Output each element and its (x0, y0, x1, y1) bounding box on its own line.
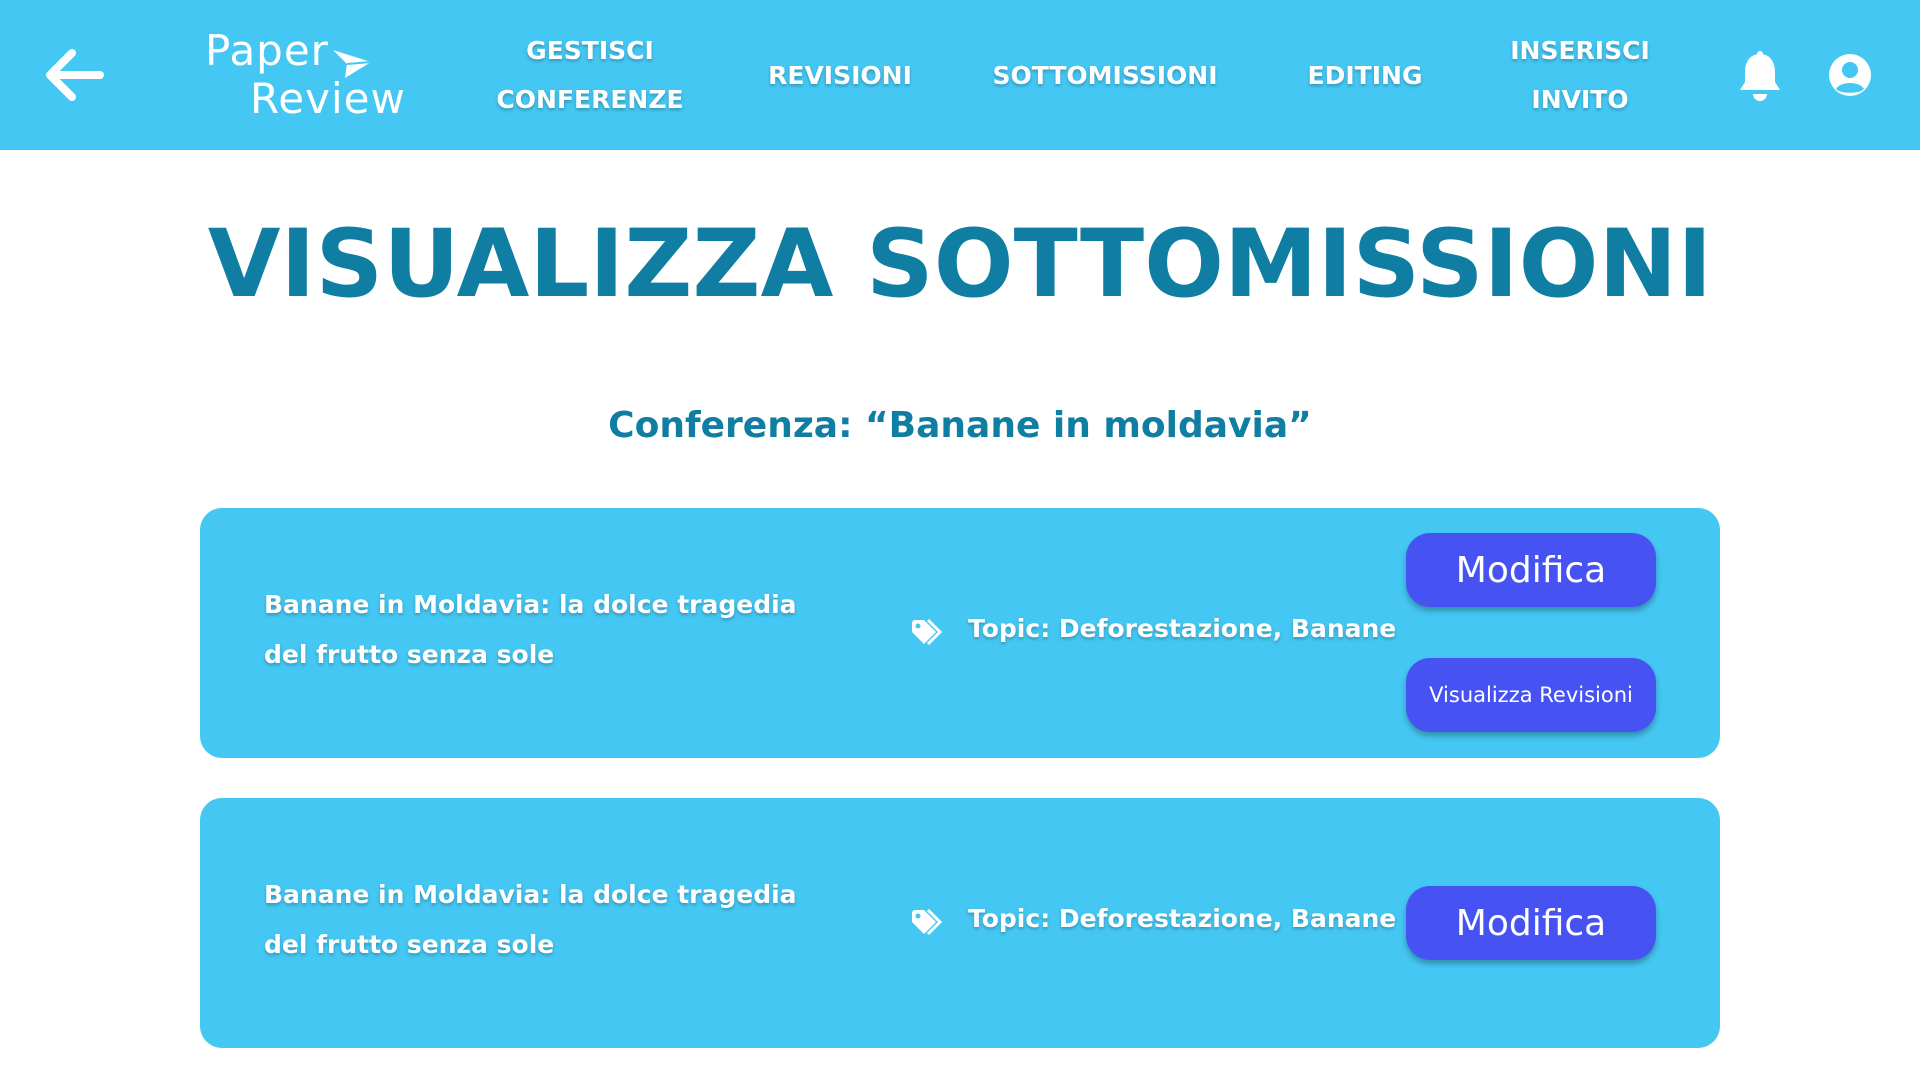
nav-label: EDITING (1307, 60, 1423, 90)
view-reviews-button[interactable]: Visualizza Revisioni (1406, 658, 1656, 732)
submission-card: Banane in Moldavia: la dolce tragedia de… (200, 798, 1720, 1048)
nav-label-line2: INVITO (1531, 85, 1629, 114)
tags-icon (912, 908, 943, 936)
submission-title: Banane in Moldavia: la dolce tragedia de… (264, 590, 797, 669)
nav-label-line1: GESTISCI (526, 36, 654, 65)
edit-button[interactable]: Modifica (1406, 886, 1656, 960)
paper-plane-icon (333, 50, 372, 78)
logo-text-paper: Paper (205, 26, 329, 75)
conference-subtitle: Conferenza: “Banane in moldavia” (608, 405, 1312, 446)
bell-icon[interactable] (1736, 50, 1784, 102)
nav-label-line1: INSERISCI (1510, 36, 1650, 65)
paper-review-logo[interactable]: Paper Review (205, 26, 405, 126)
tags-icon (912, 618, 943, 646)
page-title: VISUALIZZA SOTTOMISSIONI (207, 210, 1713, 319)
submission-topic: Topic: Deforestazione, Banane (968, 614, 1397, 643)
nav-sottomissioni[interactable]: SOTTOMISSIONI (990, 0, 1220, 150)
user-icon[interactable] (1828, 53, 1872, 97)
nav-editing[interactable]: EDITING (1290, 0, 1440, 150)
nav-revisioni[interactable]: REVISIONI (760, 0, 920, 150)
nav-label-line2: CONFERENZE (496, 85, 684, 114)
top-navbar: Paper Review GESTISCI CONFERENZE REVISIO… (0, 0, 1920, 150)
nav-gestisci-conferenze[interactable]: GESTISCI CONFERENZE (490, 0, 690, 150)
submission-card: Banane in Moldavia: la dolce tragedia de… (200, 508, 1720, 758)
logo-text-review: Review (250, 74, 406, 123)
edit-button[interactable]: Modifica (1406, 533, 1656, 607)
nav-label: REVISIONI (768, 60, 912, 90)
back-arrow-icon[interactable] (40, 45, 110, 105)
submission-topic: Topic: Deforestazione, Banane (968, 904, 1397, 933)
nav-label: SOTTOMISSIONI (992, 60, 1218, 90)
submission-title: Banane in Moldavia: la dolce tragedia de… (264, 880, 797, 959)
nav-inserisci-invito[interactable]: INSERISCI INVITO (1500, 0, 1660, 150)
